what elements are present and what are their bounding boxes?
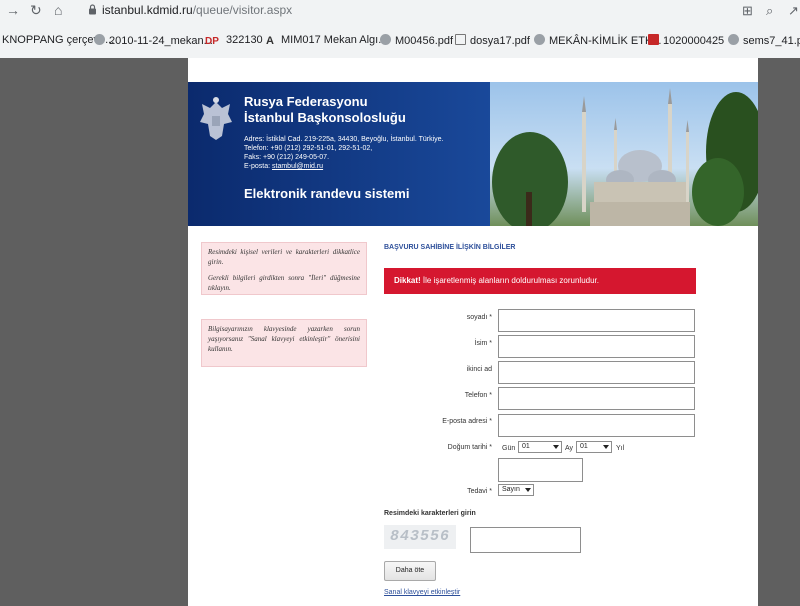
instruction-text: Resimdeki kişisel verileri ve karakterle…: [208, 248, 360, 266]
globe-icon: [728, 34, 739, 45]
bookmark-item[interactable]: 1020000425: [648, 34, 724, 47]
chevron-down-icon: [553, 445, 559, 449]
dp-icon: DP: [205, 36, 219, 47]
email-label: E-posta:: [244, 163, 273, 170]
bookmark-label: 1020000425: [663, 35, 725, 47]
email-label: E-posta adresi *: [442, 418, 492, 425]
captcha-image: 843556: [384, 525, 456, 549]
keyboard-tip-box: Bilgisayarınızın klavyesinde yazarken so…: [201, 319, 367, 367]
bookmark-item[interactable]: DP 322130: [205, 34, 263, 47]
birth-day-select[interactable]: 01: [518, 441, 562, 453]
bookmark-item[interactable]: sems7_41.pdf: [728, 34, 800, 47]
bookmark-label: 2010-11-24_mekan...: [109, 35, 213, 47]
mosque-image: [492, 88, 758, 226]
chevron-down-icon: [603, 445, 609, 449]
bookmark-label: MEKÂN-KİMLİK ETK...: [549, 35, 662, 47]
phone-label: Telefon *: [464, 392, 492, 399]
section-title: BAŞVURU SAHİBİNE İLİŞKİN BİLGİLER: [384, 244, 516, 251]
instruction-text: Gerekli bilgileri girdikten sonra "İleri…: [208, 274, 360, 292]
email-input[interactable]: [498, 414, 695, 437]
document-icon: [455, 34, 466, 45]
birthdate-label: Doğum tarihi *: [447, 444, 492, 451]
pdf-icon: [648, 34, 659, 45]
consulate-country: Rusya Federasyonu: [244, 94, 368, 109]
bookmarks-bar: KNOPPANG çerçeve... 2010-11-24_mekan... …: [0, 28, 800, 54]
consulate-name: İstanbul Başkonsolosluğu: [244, 110, 406, 125]
phone-text: Telefon: +90 (212) 292-51-01, 292-51-02,: [244, 145, 373, 152]
zoom-icon[interactable]: ⌕: [766, 3, 773, 19]
year-label: Yıl: [616, 445, 625, 452]
url-text[interactable]: istanbul.kdmid.ru/queue/visitor.aspx: [102, 3, 292, 17]
name-input[interactable]: [498, 335, 695, 358]
alert-bold: Dikkat!: [394, 276, 421, 285]
second-name-input[interactable]: [498, 361, 695, 384]
birth-day-value: 01: [522, 443, 530, 450]
month-label: Ay: [565, 445, 574, 452]
forward-icon[interactable]: →: [6, 2, 20, 18]
bookmark-label: 322130: [225, 34, 263, 46]
url-path: /queue/visitor.aspx: [192, 3, 293, 17]
captcha-label: Resimdeki karakterleri girin: [384, 510, 476, 517]
required-fields-alert: Dikkat! İle işaretlenmiş alanların doldu…: [384, 268, 696, 294]
reload-icon[interactable]: ↻: [30, 2, 42, 19]
bookmark-label: dosya17.pdf: [470, 35, 530, 47]
globe-icon: [380, 34, 391, 45]
share-icon[interactable]: ↗: [788, 3, 799, 19]
phone-input[interactable]: [498, 387, 695, 410]
page-content: Rusya Federasyonu İstanbul Başkonsoloslu…: [188, 58, 758, 606]
bookmark-item[interactable]: 2010-11-24_mekan...: [94, 34, 213, 47]
bookmark-item[interactable]: A MIM017 Mekan Algı...: [266, 34, 388, 47]
chevron-down-icon: [525, 488, 531, 492]
bookmark-label: sems7_41.pdf: [743, 35, 800, 47]
birth-month-value: 01: [580, 443, 588, 450]
surname-input[interactable]: [498, 309, 695, 332]
home-icon[interactable]: ⌂: [54, 2, 62, 18]
a-icon: A: [266, 35, 274, 47]
second-name-label: ikinci ad: [466, 366, 492, 373]
captcha-input[interactable]: [470, 527, 581, 553]
mosque-photo: [490, 82, 758, 226]
instruction-box: Resimdeki kişisel verileri ve karakterle…: [201, 242, 367, 295]
bookmark-item[interactable]: dosya17.pdf: [455, 34, 530, 47]
keyboard-tip-text: Bilgisayarınızın klavyesinde yazarken so…: [208, 325, 360, 353]
bookmark-item[interactable]: MEKÂN-KİMLİK ETK...: [534, 34, 661, 47]
email-link[interactable]: stambul@mid.ru: [272, 163, 323, 170]
url-host: istanbul.kdmid.ru: [102, 3, 193, 17]
fax-text: Faks: +90 (212) 249-05-07.: [244, 154, 330, 161]
address-text: Adres: İstiklal Cad. 219-225a, 34430, Be…: [244, 136, 444, 143]
globe-icon: [534, 34, 545, 45]
browser-toolbar: → ↻ ⌂ istanbul.kdmid.ru/queue/visitor.as…: [0, 0, 800, 24]
surname-label: soyadı *: [466, 314, 492, 321]
bookmark-label: MIM017 Mekan Algı...: [281, 34, 388, 46]
day-label: Gün: [502, 445, 516, 452]
next-button[interactable]: Daha öte: [384, 561, 436, 581]
globe-icon: [94, 34, 105, 45]
alert-text: İle işaretlenmiş alanların doldurulması …: [420, 276, 599, 285]
treatment-label: Tedavi *: [467, 488, 492, 495]
birth-month-select[interactable]: 01: [576, 441, 612, 453]
browser-chrome: → ↻ ⌂ istanbul.kdmid.ru/queue/visitor.as…: [0, 0, 800, 58]
treatment-value: Sayın: [502, 486, 520, 493]
lock-icon: [89, 4, 96, 15]
system-name: Elektronik randevu sistemi: [244, 186, 410, 201]
name-label: İsim *: [474, 340, 493, 347]
header-banner: Rusya Federasyonu İstanbul Başkonsoloslu…: [188, 82, 758, 226]
bookmark-item[interactable]: M00456.pdf: [380, 34, 453, 47]
email-line: E-posta: stambul@mid.ru: [244, 163, 323, 170]
bookmark-label: M00456.pdf: [395, 35, 454, 47]
birth-year-input[interactable]: [498, 458, 583, 482]
coat-of-arms-icon: [200, 97, 232, 140]
treatment-select[interactable]: Sayın: [498, 484, 534, 496]
translate-icon[interactable]: ⊞: [742, 3, 753, 19]
virtual-keyboard-link[interactable]: Sanal klavyeyi etkinleştir: [384, 589, 460, 596]
